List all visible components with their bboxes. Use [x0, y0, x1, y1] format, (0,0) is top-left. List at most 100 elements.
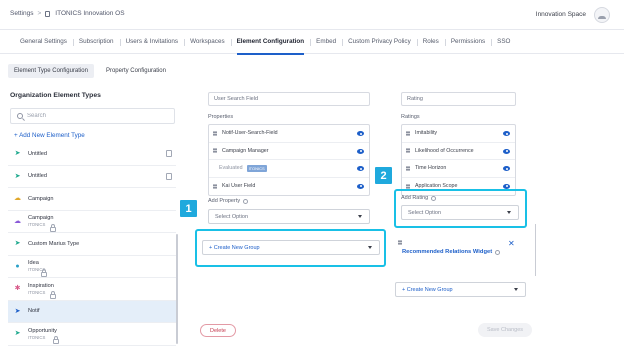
- add-rating-select[interactable]: Select Option: [401, 205, 519, 220]
- drag-handle-icon[interactable]: [406, 148, 410, 154]
- element-types-sidebar: Organization Element Types + Add New Ele…: [0, 86, 183, 359]
- rating-item[interactable]: Likelihood of Occurrence: [402, 143, 515, 160]
- add-rating-placeholder: Select Option: [408, 209, 442, 216]
- eye-icon[interactable]: [357, 166, 364, 171]
- tab-custom-privacy-policy[interactable]: Custom Privacy Policy: [342, 30, 417, 54]
- create-group-label: + Create New Group: [209, 244, 260, 251]
- create-group-label: + Create New Group: [402, 286, 453, 293]
- drag-handle-icon[interactable]: [406, 130, 410, 136]
- eye-icon[interactable]: [503, 166, 510, 171]
- lock-icon: [49, 291, 56, 300]
- eye-icon[interactable]: [503, 148, 510, 154]
- tab-element-configuration[interactable]: Element Configuration: [230, 30, 311, 55]
- breadcrumb-settings[interactable]: Settings: [10, 10, 34, 17]
- element-type-item[interactable]: ● Idea ITONICS: [8, 256, 176, 278]
- document-icon: [166, 172, 172, 180]
- eye-icon[interactable]: [503, 131, 510, 136]
- rating-field-box[interactable]: Rating: [401, 92, 516, 106]
- campaign-icon: ☁: [14, 195, 21, 203]
- callout-badge-1: 1: [180, 200, 197, 217]
- close-icon[interactable]: ✕: [508, 239, 515, 248]
- element-type-name: Campaign: [28, 195, 54, 202]
- widget-label: Recommended Relations Widget: [402, 249, 493, 255]
- breadcrumb-separator: >: [37, 10, 42, 17]
- breadcrumb-current: ITONICS Innovation OS: [55, 10, 125, 17]
- rocket-icon: ➤: [14, 240, 21, 248]
- add-property-select[interactable]: Select Option: [208, 209, 370, 224]
- element-type-name: Opportunity: [28, 327, 57, 334]
- user-avatar[interactable]: [594, 7, 610, 23]
- property-item[interactable]: Notif-User-Search-Field: [209, 125, 369, 143]
- panel-scrollbar[interactable]: [535, 224, 536, 276]
- element-type-name: Untitled: [28, 150, 47, 157]
- tab-workspaces[interactable]: Workspaces: [184, 30, 231, 54]
- element-type-item-selected[interactable]: ➤ Notif: [8, 300, 176, 323]
- drag-handle-icon[interactable]: [398, 240, 402, 245]
- property-label: Notif-User-Search-Field: [222, 130, 278, 137]
- lock-icon: [49, 223, 56, 232]
- chevron-down-icon: [358, 215, 362, 218]
- property-item[interactable]: Evaluated ITONICS: [209, 160, 369, 178]
- element-type-name: Untitled: [28, 173, 47, 180]
- create-group-select-left[interactable]: + Create New Group: [202, 240, 380, 255]
- settings-tabs: General Settings Subscription Users & In…: [0, 30, 624, 55]
- tab-subscription[interactable]: Subscription: [72, 30, 120, 54]
- element-type-item[interactable]: ➤ Custom Marius Type: [8, 233, 176, 256]
- info-icon: [431, 195, 437, 201]
- element-type-list: ➤ Untitled ➤ Untitled ☁ Campaign ☁ Campa…: [8, 143, 176, 346]
- space-name: Innovation Space: [535, 11, 586, 18]
- element-type-item[interactable]: ➤ Untitled: [8, 143, 176, 166]
- tab-permissions[interactable]: Permissions: [444, 30, 491, 54]
- sidebar-scrollbar[interactable]: [176, 234, 178, 344]
- eye-icon[interactable]: [503, 183, 510, 189]
- element-type-name: Custom Marius Type: [28, 240, 80, 247]
- element-type-item[interactable]: ☁ Campaign: [8, 188, 176, 211]
- tab-users-invitations[interactable]: Users & Invitations: [119, 30, 185, 54]
- rating-item[interactable]: Imitability: [402, 125, 515, 143]
- subtab-property-configuration[interactable]: Property Configuration: [100, 64, 172, 78]
- chevron-down-icon: [368, 246, 372, 249]
- property-item[interactable]: Campaign Manager: [209, 143, 369, 160]
- property-label: Kai User Field: [222, 183, 256, 190]
- subtab-element-type-configuration[interactable]: Element Type Configuration: [8, 64, 94, 78]
- top-bar: Settings > ITONICS Innovation OS Innovat…: [0, 0, 624, 30]
- recommended-relations-widget[interactable]: Recommended Relations Widget: [402, 249, 501, 255]
- inspiration-icon: ✱: [14, 285, 21, 293]
- eye-icon[interactable]: [357, 183, 364, 189]
- tab-roles[interactable]: Roles: [416, 30, 445, 54]
- element-type-item[interactable]: ☁ Campaign ITONICS: [8, 211, 176, 233]
- tab-embed[interactable]: Embed: [310, 30, 342, 54]
- drag-handle-icon[interactable]: [213, 130, 217, 136]
- drag-handle-icon[interactable]: [213, 183, 217, 189]
- add-element-type-link[interactable]: + Add New Element Type: [14, 132, 85, 139]
- search-box: [10, 108, 175, 124]
- config-subtabs: Element Type Configuration Property Conf…: [8, 64, 172, 78]
- add-property-placeholder: Select Option: [215, 213, 249, 220]
- chevron-down-icon: [514, 288, 518, 291]
- tab-general-settings[interactable]: General Settings: [14, 30, 73, 54]
- drag-handle-icon[interactable]: [213, 148, 217, 154]
- callout-badge-2: 2: [375, 167, 392, 184]
- search-input[interactable]: [27, 113, 157, 119]
- drag-handle-icon[interactable]: [406, 183, 410, 189]
- rating-item[interactable]: Time Horizon: [402, 160, 515, 178]
- info-icon: [495, 249, 501, 255]
- source-tag: ITONICS: [246, 164, 267, 172]
- create-group-select-right[interactable]: + Create New Group: [395, 282, 526, 297]
- property-item[interactable]: Kai User Field: [209, 178, 369, 196]
- element-type-name: Campaign: [28, 215, 54, 222]
- tab-sso[interactable]: SSO: [491, 30, 516, 54]
- eye-icon[interactable]: [357, 148, 364, 154]
- element-type-item[interactable]: ➤ Untitled: [8, 166, 176, 188]
- chevron-down-icon: [507, 211, 511, 214]
- eye-icon[interactable]: [357, 131, 364, 136]
- element-type-name: Idea: [28, 260, 39, 267]
- delete-button[interactable]: Delete: [200, 324, 236, 337]
- lock-icon: [41, 268, 48, 277]
- save-changes-button[interactable]: Save Changes: [478, 323, 532, 337]
- drag-handle-icon[interactable]: [406, 165, 410, 171]
- ratings-label-text: Ratings: [401, 114, 420, 120]
- element-type-item[interactable]: ✱ Inspiration ITONICS: [8, 278, 176, 301]
- user-search-field-box[interactable]: User Search Field: [208, 92, 370, 106]
- element-type-item[interactable]: ➤ Opportunity ITONICS: [8, 323, 176, 346]
